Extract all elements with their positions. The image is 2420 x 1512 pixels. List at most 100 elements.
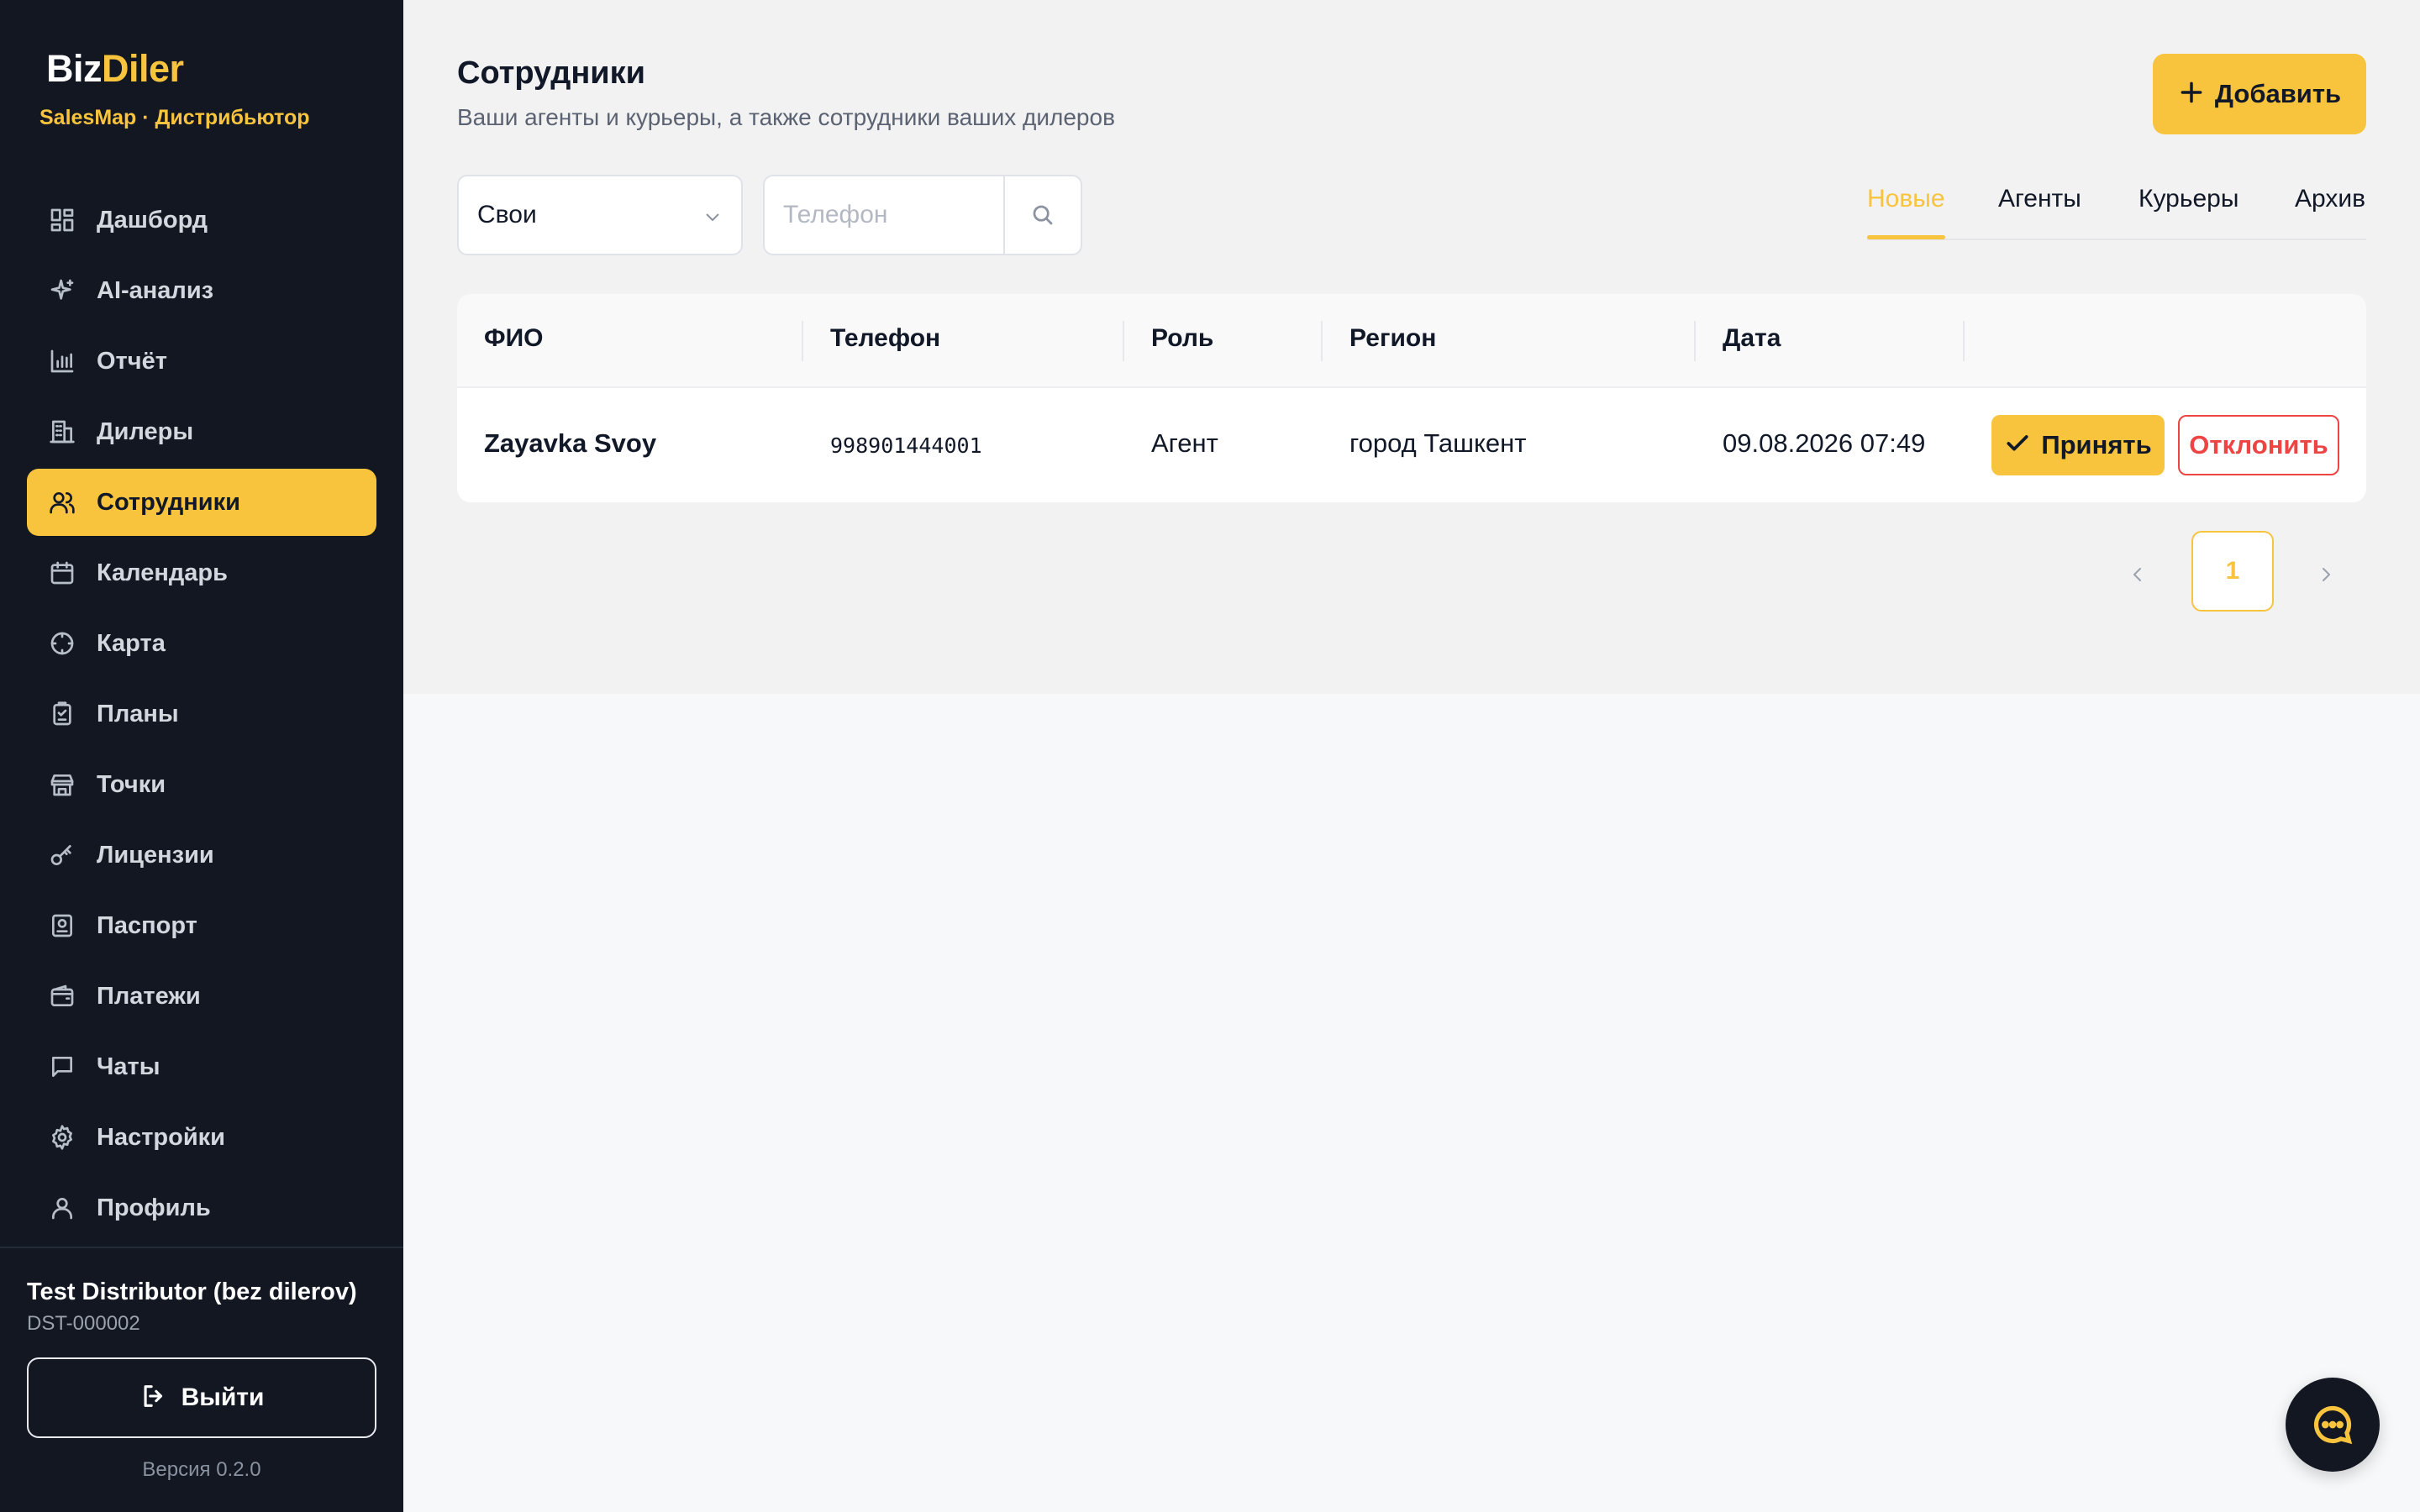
sidebar-item-payments[interactable]: Платежи bbox=[27, 963, 376, 1030]
sidebar-item-label: Карта bbox=[97, 629, 166, 657]
scope-select-value: Свои bbox=[477, 201, 537, 228]
employees-table: ФИО Телефон Роль Регион Дата Zayavka Svo… bbox=[457, 294, 2366, 502]
sidebar-item-licenses[interactable]: Лицензии bbox=[27, 822, 376, 889]
brand-logo[interactable]: BizDiler bbox=[46, 47, 184, 91]
wallet-icon bbox=[47, 981, 77, 1011]
crosshair-icon bbox=[47, 628, 77, 659]
clipboard-icon bbox=[47, 699, 77, 729]
brand-name-part2: Diler bbox=[102, 47, 184, 90]
plus-icon bbox=[2178, 79, 2205, 110]
sidebar-item-label: Настройки bbox=[97, 1123, 226, 1151]
bar-chart-icon bbox=[47, 346, 77, 376]
sidebar-nav: Дашборд AI-анализ Отчёт Дилеры Сотрудник… bbox=[27, 186, 376, 1245]
sidebar-item-label: Календарь bbox=[97, 559, 228, 586]
cell-region: город Ташкент bbox=[1349, 428, 1527, 458]
sidebar-item-label: Планы bbox=[97, 700, 179, 727]
sidebar-item-label: Отчёт bbox=[97, 347, 167, 375]
sidebar-item-label: Точки bbox=[97, 770, 166, 798]
sidebar-item-passport[interactable]: Паспорт bbox=[27, 892, 376, 959]
tab-archive[interactable]: Архив bbox=[2295, 185, 2365, 213]
logout-label: Выйти bbox=[181, 1383, 265, 1411]
logout-button[interactable]: Выйти bbox=[27, 1357, 376, 1438]
sidebar-item-label: Чаты bbox=[97, 1053, 160, 1080]
reject-button[interactable]: Отклонить bbox=[2178, 415, 2339, 475]
sidebar-item-chats[interactable]: Чаты bbox=[27, 1033, 376, 1100]
pagination-prev-button[interactable] bbox=[2119, 556, 2156, 593]
page-title: Сотрудники bbox=[457, 55, 646, 91]
cell-role: Агент bbox=[1151, 428, 1218, 458]
sidebar-item-settings[interactable]: Настройки bbox=[27, 1104, 376, 1171]
building-icon bbox=[47, 417, 77, 447]
search-icon bbox=[1033, 205, 1053, 225]
chat-icon bbox=[47, 1052, 77, 1082]
sidebar-item-label: Дилеры bbox=[97, 417, 194, 445]
tab-couriers[interactable]: Курьеры bbox=[2139, 185, 2238, 213]
chevron-down-icon bbox=[706, 213, 719, 222]
gear-icon bbox=[47, 1122, 77, 1152]
key-icon bbox=[47, 840, 77, 870]
sidebar-item-report[interactable]: Отчёт bbox=[27, 328, 376, 395]
accept-button[interactable]: Принять bbox=[1991, 415, 2165, 475]
column-header-role: Роль bbox=[1151, 324, 1214, 352]
tab-active-indicator bbox=[1867, 235, 1945, 239]
dashboard-icon bbox=[47, 205, 77, 235]
sidebar-item-label: Дашборд bbox=[97, 206, 208, 234]
support-chat-button[interactable] bbox=[2286, 1378, 2380, 1472]
store-icon bbox=[47, 769, 77, 800]
page-subtitle: Ваши агенты и курьеры, а также сотрудник… bbox=[457, 104, 1115, 130]
sidebar-item-label: AI-анализ bbox=[97, 276, 214, 304]
reject-button-label: Отклонить bbox=[2189, 430, 2328, 459]
search-button[interactable] bbox=[1003, 176, 1081, 254]
table-row: Zayavka Svoy 998901444001 Агент город Та… bbox=[457, 388, 2366, 502]
sidebar-item-map[interactable]: Карта bbox=[27, 610, 376, 677]
phone-search-input[interactable] bbox=[765, 176, 1003, 254]
tab-agents[interactable]: Агенты bbox=[1998, 185, 2081, 213]
add-employee-button[interactable]: Добавить bbox=[2153, 54, 2366, 134]
column-separator bbox=[1321, 321, 1323, 361]
column-header-name: ФИО bbox=[484, 324, 544, 352]
sidebar-item-ai-analysis[interactable]: AI-анализ bbox=[27, 257, 376, 324]
sidebar-divider bbox=[0, 1247, 403, 1248]
sidebar-item-dealers[interactable]: Дилеры bbox=[27, 398, 376, 465]
column-header-region: Регион bbox=[1349, 324, 1437, 352]
sidebar-item-label: Сотрудники bbox=[97, 488, 240, 516]
calendar-icon bbox=[47, 558, 77, 588]
chevron-right-icon bbox=[2323, 568, 2330, 581]
app-version: Версия 0.2.0 bbox=[142, 1458, 261, 1481]
phone-search-box bbox=[763, 175, 1082, 255]
scope-select[interactable]: Свои bbox=[457, 175, 743, 255]
sidebar-item-profile[interactable]: Профиль bbox=[27, 1174, 376, 1242]
sidebar-item-plans[interactable]: Планы bbox=[27, 680, 376, 748]
cell-phone: 998901444001 bbox=[830, 433, 982, 458]
tab-new[interactable]: Новые bbox=[1867, 185, 1945, 213]
accept-button-label: Принять bbox=[2041, 430, 2152, 459]
column-separator bbox=[1694, 321, 1696, 361]
sidebar-item-dashboard[interactable]: Дашборд bbox=[27, 186, 376, 254]
user-icon bbox=[47, 1193, 77, 1223]
add-button-label: Добавить bbox=[2214, 79, 2342, 108]
column-header-date: Дата bbox=[1723, 324, 1781, 352]
sidebar: BizDiler SalesMap · Дистрибьютор Дашборд… bbox=[0, 0, 403, 1512]
logout-icon bbox=[139, 1382, 168, 1415]
column-separator bbox=[802, 321, 803, 361]
sidebar-item-points[interactable]: Точки bbox=[27, 751, 376, 818]
pagination-next-button[interactable] bbox=[2307, 556, 2344, 593]
pagination-page-current[interactable]: 1 bbox=[2191, 531, 2274, 612]
brand-subtitle: SalesMap · Дистрибьютор bbox=[39, 106, 310, 129]
chevron-left-icon bbox=[2133, 568, 2141, 581]
brand-name-part1: Biz bbox=[46, 47, 103, 90]
sidebar-item-calendar[interactable]: Календарь bbox=[27, 539, 376, 606]
column-separator bbox=[1123, 321, 1124, 361]
sparkle-icon bbox=[47, 276, 77, 306]
organization-name: Test Distributor (bez dilerov) bbox=[27, 1278, 357, 1305]
check-icon bbox=[2004, 430, 2031, 461]
table-header: ФИО Телефон Роль Регион Дата bbox=[457, 294, 2366, 388]
cell-name: Zayavka Svoy bbox=[484, 428, 657, 458]
sidebar-item-label: Лицензии bbox=[97, 841, 214, 869]
column-header-phone: Телефон bbox=[830, 324, 941, 352]
sidebar-item-employees[interactable]: Сотрудники bbox=[27, 469, 376, 536]
cell-date: 09.08.2026 07:49 bbox=[1723, 428, 1926, 458]
sidebar-item-label: Платежи bbox=[97, 982, 201, 1010]
chat-bubble-icon bbox=[2313, 1405, 2353, 1445]
id-card-icon bbox=[47, 911, 77, 941]
